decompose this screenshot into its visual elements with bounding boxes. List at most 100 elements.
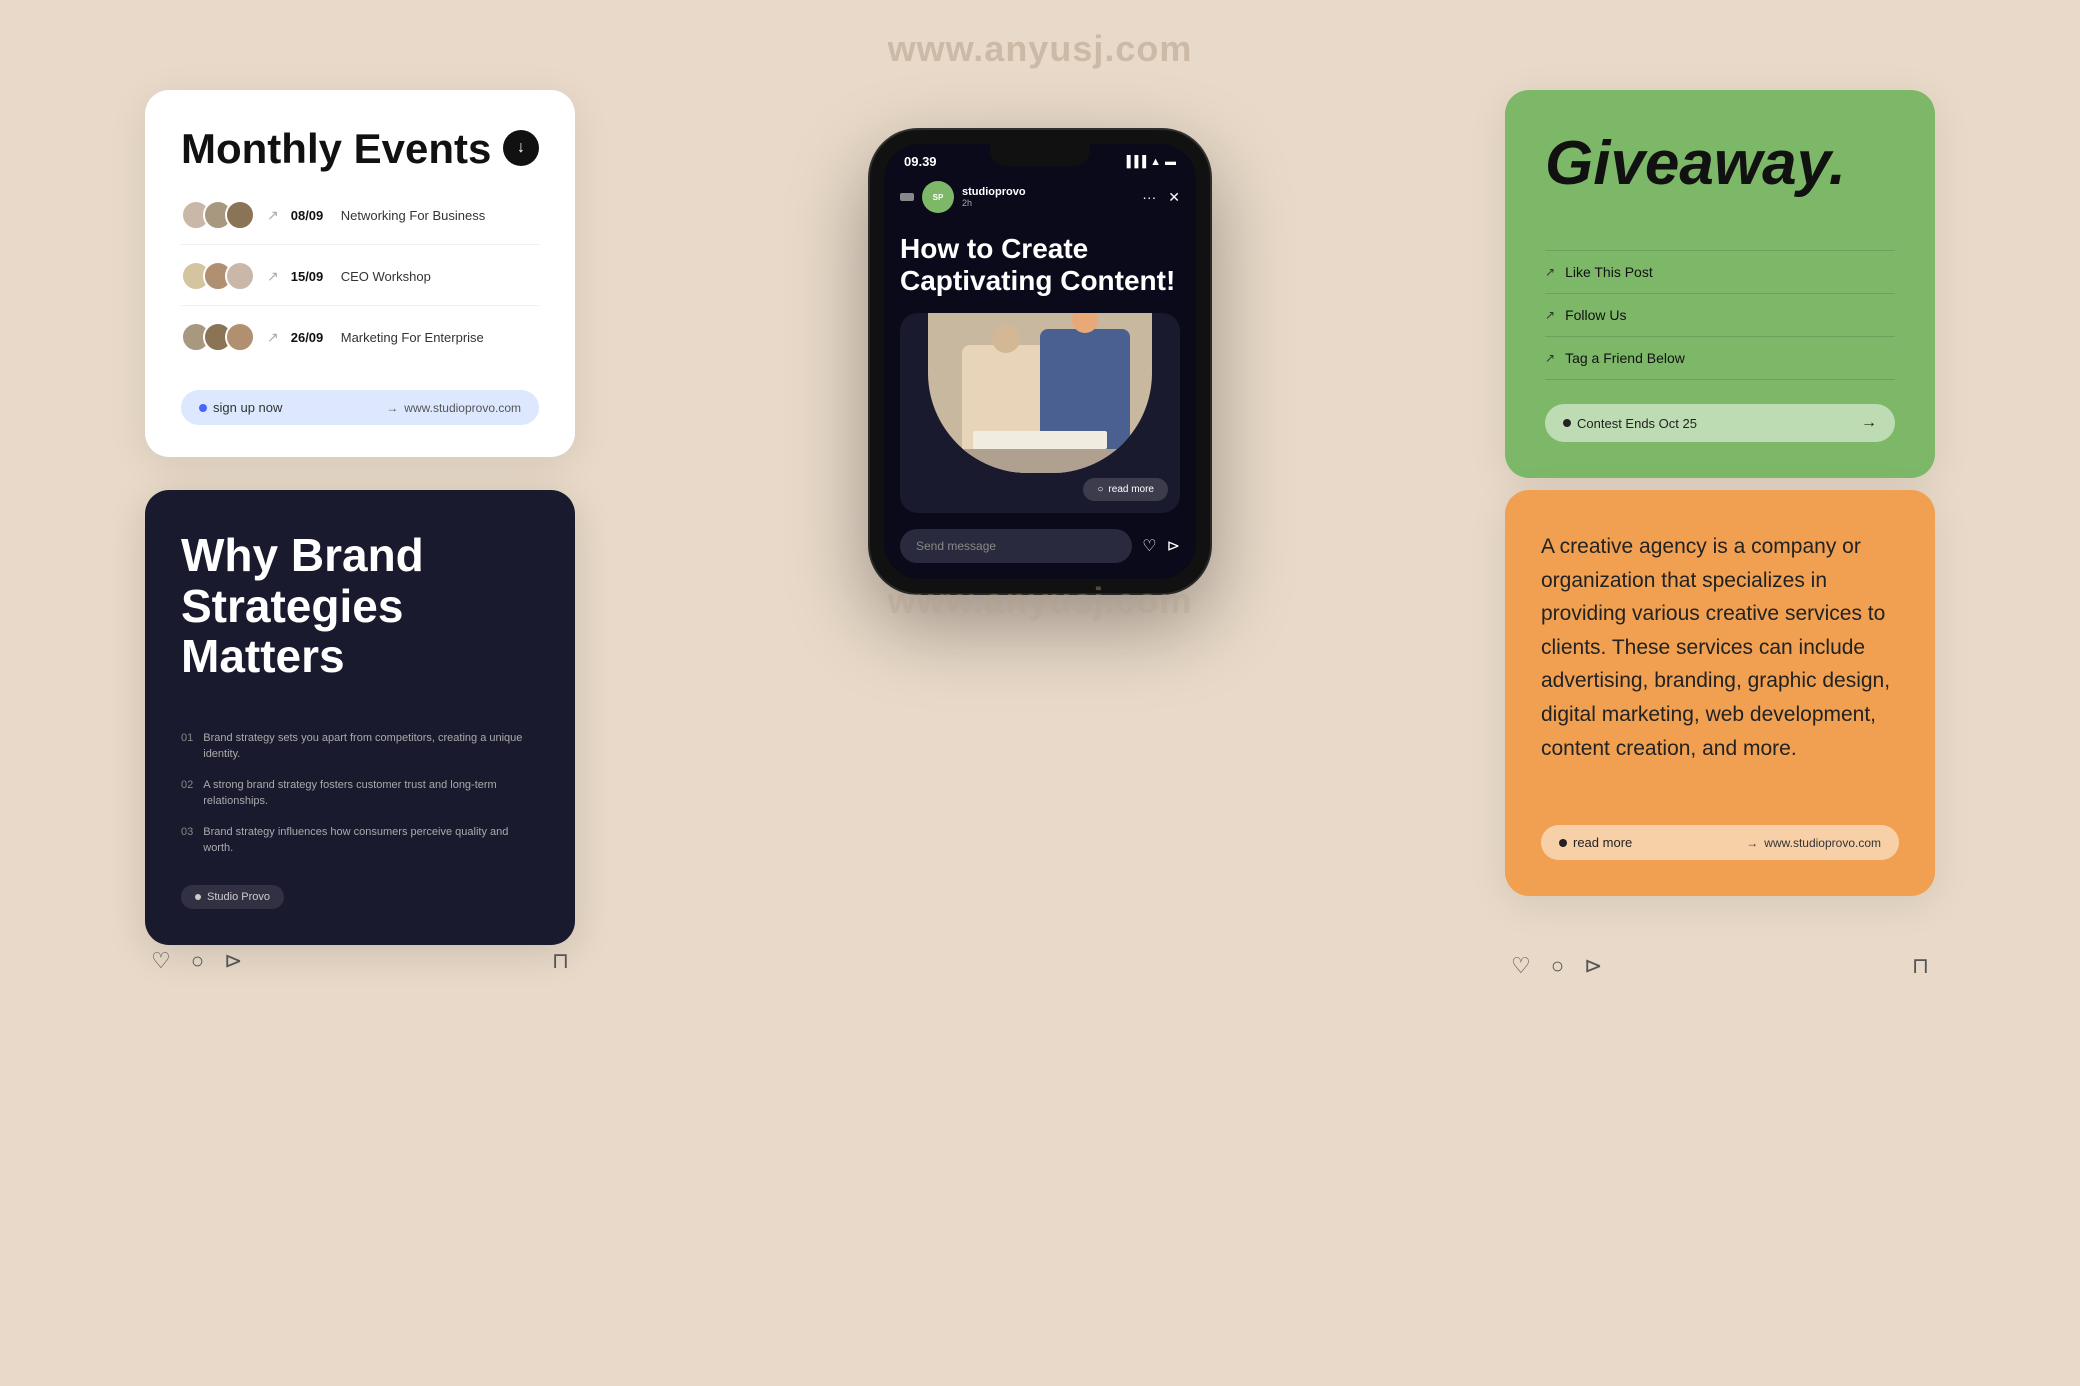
brand-bullet-item: 01 Brand strategy sets you apart from co… <box>181 730 539 763</box>
person1-head <box>992 325 1020 353</box>
social-icons: ♡ ○ ⊳ ⊓ <box>145 948 575 974</box>
watermark-middle: www.anyusj.com <box>888 580 1193 622</box>
contest-label: Contest Ends Oct 25 <box>1577 416 1697 431</box>
battery-icon: ▬ <box>1165 156 1176 168</box>
status-time: 09.39 <box>904 154 937 169</box>
bullet-number: 02 <box>181 779 193 791</box>
heart-icon[interactable]: ♡ <box>1511 953 1531 979</box>
download-button[interactable]: ↓ <box>503 130 539 166</box>
arrow-icon: ↗ <box>1545 351 1555 365</box>
post-user-info: studioprovo 2h <box>962 186 1134 208</box>
post-headline: How to Create Captivating Content! <box>900 233 1180 297</box>
event-avatars <box>181 200 255 230</box>
avatar <box>225 261 255 291</box>
share-icon[interactable]: ⊳ <box>224 948 242 974</box>
event-avatars <box>181 322 255 352</box>
bullet-text: A strong brand strategy fosters customer… <box>203 777 539 810</box>
message-icons: ♡ ⊳ <box>1142 536 1180 556</box>
bookmark-icon[interactable]: ⊓ <box>552 948 569 974</box>
circle-icon: ○ <box>1097 484 1103 495</box>
signup-left: sign up now <box>199 400 282 415</box>
send-icon[interactable]: ⊳ <box>1167 536 1180 556</box>
logo-icon <box>900 193 914 201</box>
person2-head <box>1072 313 1098 333</box>
agency-social-row: ♡ ○ ⊳ ⊓ <box>1505 935 1935 979</box>
creative-agency-card: A creative agency is a company or organi… <box>1505 490 1935 896</box>
event-date: 26/09 <box>291 330 329 345</box>
read-more-button[interactable]: ○ read more <box>1083 478 1168 501</box>
read-more-label: read more <box>1108 484 1154 495</box>
post-header: SP studioprovo 2h ··· ✕ <box>884 175 1196 221</box>
message-input[interactable]: Send message <box>900 529 1132 563</box>
event-date: 15/09 <box>291 269 329 284</box>
brand-title: Why Brand Strategies Matters <box>181 530 539 682</box>
comment-icon[interactable]: ○ <box>1551 953 1564 979</box>
desk <box>928 449 1152 473</box>
giveaway-card: Giveaway. ↗ Like This Post ↗ Follow Us ↗… <box>1505 90 1935 478</box>
signup-bar[interactable]: sign up now → www.studioprovo.com <box>181 390 539 425</box>
photo-arch <box>928 313 1152 473</box>
close-icon[interactable]: ✕ <box>1168 189 1180 206</box>
event-date: 08/09 <box>291 208 329 223</box>
post-header-icons: ··· ✕ <box>1142 189 1180 206</box>
readmore-right: → www.studioprovo.com <box>1746 836 1881 850</box>
giveaway-title: Giveaway. <box>1545 130 1895 198</box>
arrow-icon: → <box>1746 836 1758 850</box>
arrow-icon: ↗ <box>1545 265 1555 279</box>
monthly-events-card: Monthly Events ↓ ↗ 08/09 Networking For … <box>145 90 575 457</box>
share-icon[interactable]: ⊳ <box>1584 953 1602 979</box>
post-time: 2h <box>962 198 1134 208</box>
arrow-icon: ↗ <box>267 268 279 285</box>
arrow-icon: ↗ <box>1545 308 1555 322</box>
phone-outer: 09.39 ▐▐▐ ▲ ▬ SP studioprovo 2h <box>870 130 1210 593</box>
bookmark-icon[interactable]: ⊓ <box>1912 953 1929 979</box>
page-container: www.anyusj.com www.anyusj.com Monthly Ev… <box>0 0 2080 1386</box>
readmore-label: read more <box>1573 835 1632 850</box>
table-model <box>973 431 1107 449</box>
contest-bar[interactable]: Contest Ends Oct 25 → <box>1545 404 1895 442</box>
readmore-left: read more <box>1559 835 1632 850</box>
readmore-url: www.studioprovo.com <box>1764 836 1881 850</box>
brand-strategies-card: Why Brand Strategies Matters 01 Brand st… <box>145 490 575 945</box>
heart-icon[interactable]: ♡ <box>151 948 171 974</box>
heart-icon[interactable]: ♡ <box>1142 536 1156 556</box>
phone-screen: 09.39 ▐▐▐ ▲ ▬ SP studioprovo 2h <box>884 144 1196 579</box>
bullet-number: 01 <box>181 732 193 744</box>
avatar <box>225 200 255 230</box>
agency-text: A creative agency is a company or organi… <box>1541 530 1899 765</box>
arrow-icon: ↗ <box>267 329 279 346</box>
message-bar: Send message ♡ ⊳ <box>884 519 1196 579</box>
signup-url: www.studioprovo.com <box>404 401 521 415</box>
social-left-icons: ♡ ○ ⊳ <box>151 948 242 974</box>
readmore-bar[interactable]: read more → www.studioprovo.com <box>1541 825 1899 860</box>
post-photo: ○ read more <box>900 313 1180 513</box>
post-avatar: SP <box>922 181 954 213</box>
signup-right: → www.studioprovo.com <box>386 401 521 415</box>
dot-icon <box>1559 839 1567 847</box>
bullet-number: 03 <box>181 826 193 838</box>
social-icons: ♡ ○ ⊳ ⊓ <box>1505 953 1935 979</box>
arrow-right-icon: → <box>386 401 398 415</box>
event-item: ↗ 08/09 Networking For Business <box>181 200 539 245</box>
signal-icon: ▐▐▐ <box>1123 156 1146 168</box>
brand-tag-label: Studio Provo <box>207 891 270 903</box>
giveaway-item: ↗ Tag a Friend Below <box>1545 337 1895 380</box>
event-item: ↗ 15/09 CEO Workshop <box>181 261 539 306</box>
more-icon[interactable]: ··· <box>1142 189 1156 205</box>
event-avatars <box>181 261 255 291</box>
status-icons: ▐▐▐ ▲ ▬ <box>1123 156 1176 168</box>
brand-tag: Studio Provo <box>181 885 284 909</box>
avatar <box>225 322 255 352</box>
event-name: Marketing For Enterprise <box>341 330 484 345</box>
wifi-icon: ▲ <box>1150 156 1161 168</box>
giveaway-item: ↗ Follow Us <box>1545 294 1895 337</box>
event-name: CEO Workshop <box>341 269 431 284</box>
contest-left: Contest Ends Oct 25 <box>1563 416 1697 431</box>
phone-mockup: 09.39 ▐▐▐ ▲ ▬ SP studioprovo 2h <box>870 130 1210 593</box>
dot-icon <box>199 404 207 412</box>
comment-icon[interactable]: ○ <box>191 948 204 974</box>
download-icon: ↓ <box>517 139 525 157</box>
brand-bullet-item: 02 A strong brand strategy fosters custo… <box>181 777 539 810</box>
monthly-events-header: Monthly Events ↓ <box>181 126 539 172</box>
giveaway-item-label: Like This Post <box>1565 264 1653 280</box>
